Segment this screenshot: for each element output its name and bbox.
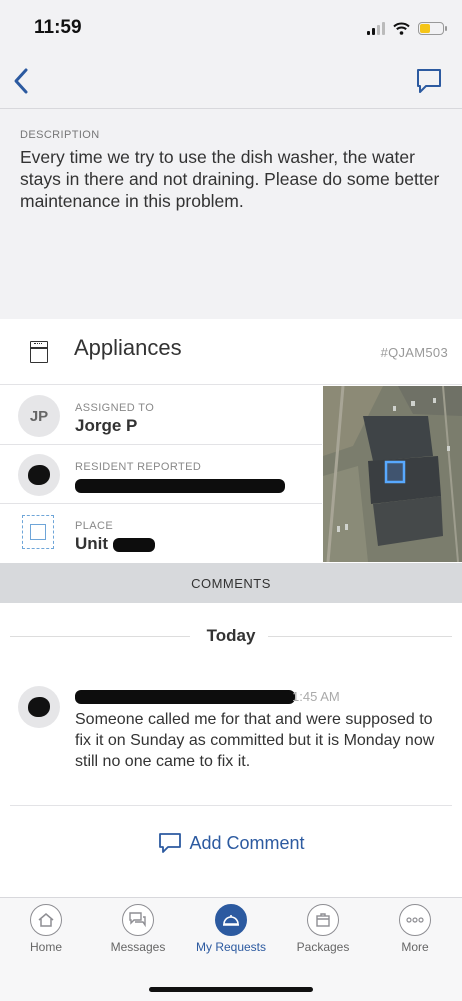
category-row: Appliances #QJAM503: [0, 320, 462, 385]
today-label: Today: [206, 626, 256, 645]
messages-icon: [122, 904, 154, 936]
status-icons: [367, 20, 447, 36]
comment-text: Someone called me for that and were supp…: [75, 711, 435, 770]
place-icon: [22, 515, 54, 549]
tab-home[interactable]: Home: [6, 904, 86, 964]
place-label: PLACE: [75, 520, 114, 532]
description-label: DESCRIPTION: [20, 129, 100, 141]
resident-label: RESIDENT REPORTED: [75, 461, 202, 473]
status-bar: 11:59: [0, 0, 462, 56]
place-row: PLACE Unit: [0, 504, 322, 562]
resident-avatar: [18, 454, 60, 496]
place-unit: Unit: [75, 534, 109, 553]
resident-row: RESIDENT REPORTED: [0, 445, 322, 504]
signal-icon: [367, 21, 385, 35]
bell-icon: [215, 904, 247, 936]
chat-bubble-icon: [417, 69, 441, 93]
assignee-name: Jorge P: [75, 416, 138, 435]
home-indicator: [149, 987, 313, 992]
resident-name-redacted: [75, 475, 285, 495]
home-icon: [30, 904, 62, 936]
status-time: 11:59: [34, 17, 82, 38]
tab-bar: Home Messages My Requests Packages More: [0, 897, 462, 1001]
comments-header: COMMENTS: [0, 563, 462, 603]
tab-label: Messages: [110, 940, 166, 954]
commenter-name-redacted: [75, 688, 295, 706]
satellite-map-image: [323, 386, 462, 562]
divider: [10, 805, 452, 806]
description-text: Every time we try to use the dish washer…: [20, 147, 440, 211]
chevron-left-icon: [14, 68, 28, 94]
tab-more[interactable]: More: [375, 904, 455, 964]
comment-time: 1:45 AM: [292, 689, 340, 704]
appliance-icon: [30, 341, 48, 363]
tab-packages[interactable]: Packages: [283, 904, 363, 964]
battery-icon: [418, 21, 447, 35]
map-thumbnail[interactable]: [323, 386, 462, 562]
tab-label: Home: [29, 940, 62, 954]
assigned-label: ASSIGNED TO: [75, 402, 155, 414]
commenter-avatar: [18, 686, 60, 728]
category-name: Appliances: [74, 335, 182, 360]
add-comment-button[interactable]: Add Comment: [0, 828, 462, 858]
chat-button[interactable]: [414, 66, 444, 96]
request-id: #QJAM503: [380, 345, 448, 360]
assignee-avatar: JP: [18, 395, 60, 437]
redacted-avatar: [28, 465, 50, 485]
tab-label: Packages: [296, 940, 350, 954]
package-icon: [307, 904, 339, 936]
redacted-avatar: [28, 697, 50, 717]
add-comment-label: Add Comment: [189, 832, 305, 853]
chat-bubble-icon: [159, 833, 182, 853]
description-section: DESCRIPTION Every time we try to use the…: [0, 109, 462, 319]
tab-my-requests[interactable]: My Requests: [191, 904, 271, 964]
tab-label: More: [401, 940, 429, 954]
nav-bar: [0, 56, 462, 109]
wifi-icon: [393, 22, 410, 35]
tab-label: My Requests: [195, 940, 267, 954]
place-value: Unit: [75, 534, 155, 554]
back-button[interactable]: [8, 64, 38, 100]
assigned-row: JP ASSIGNED TO Jorge P: [0, 386, 322, 445]
today-divider: Today: [10, 624, 452, 648]
comment-item: 1:45 AM Someone called me for that and w…: [0, 684, 462, 794]
tab-messages[interactable]: Messages: [98, 904, 178, 964]
more-icon: [399, 904, 431, 936]
